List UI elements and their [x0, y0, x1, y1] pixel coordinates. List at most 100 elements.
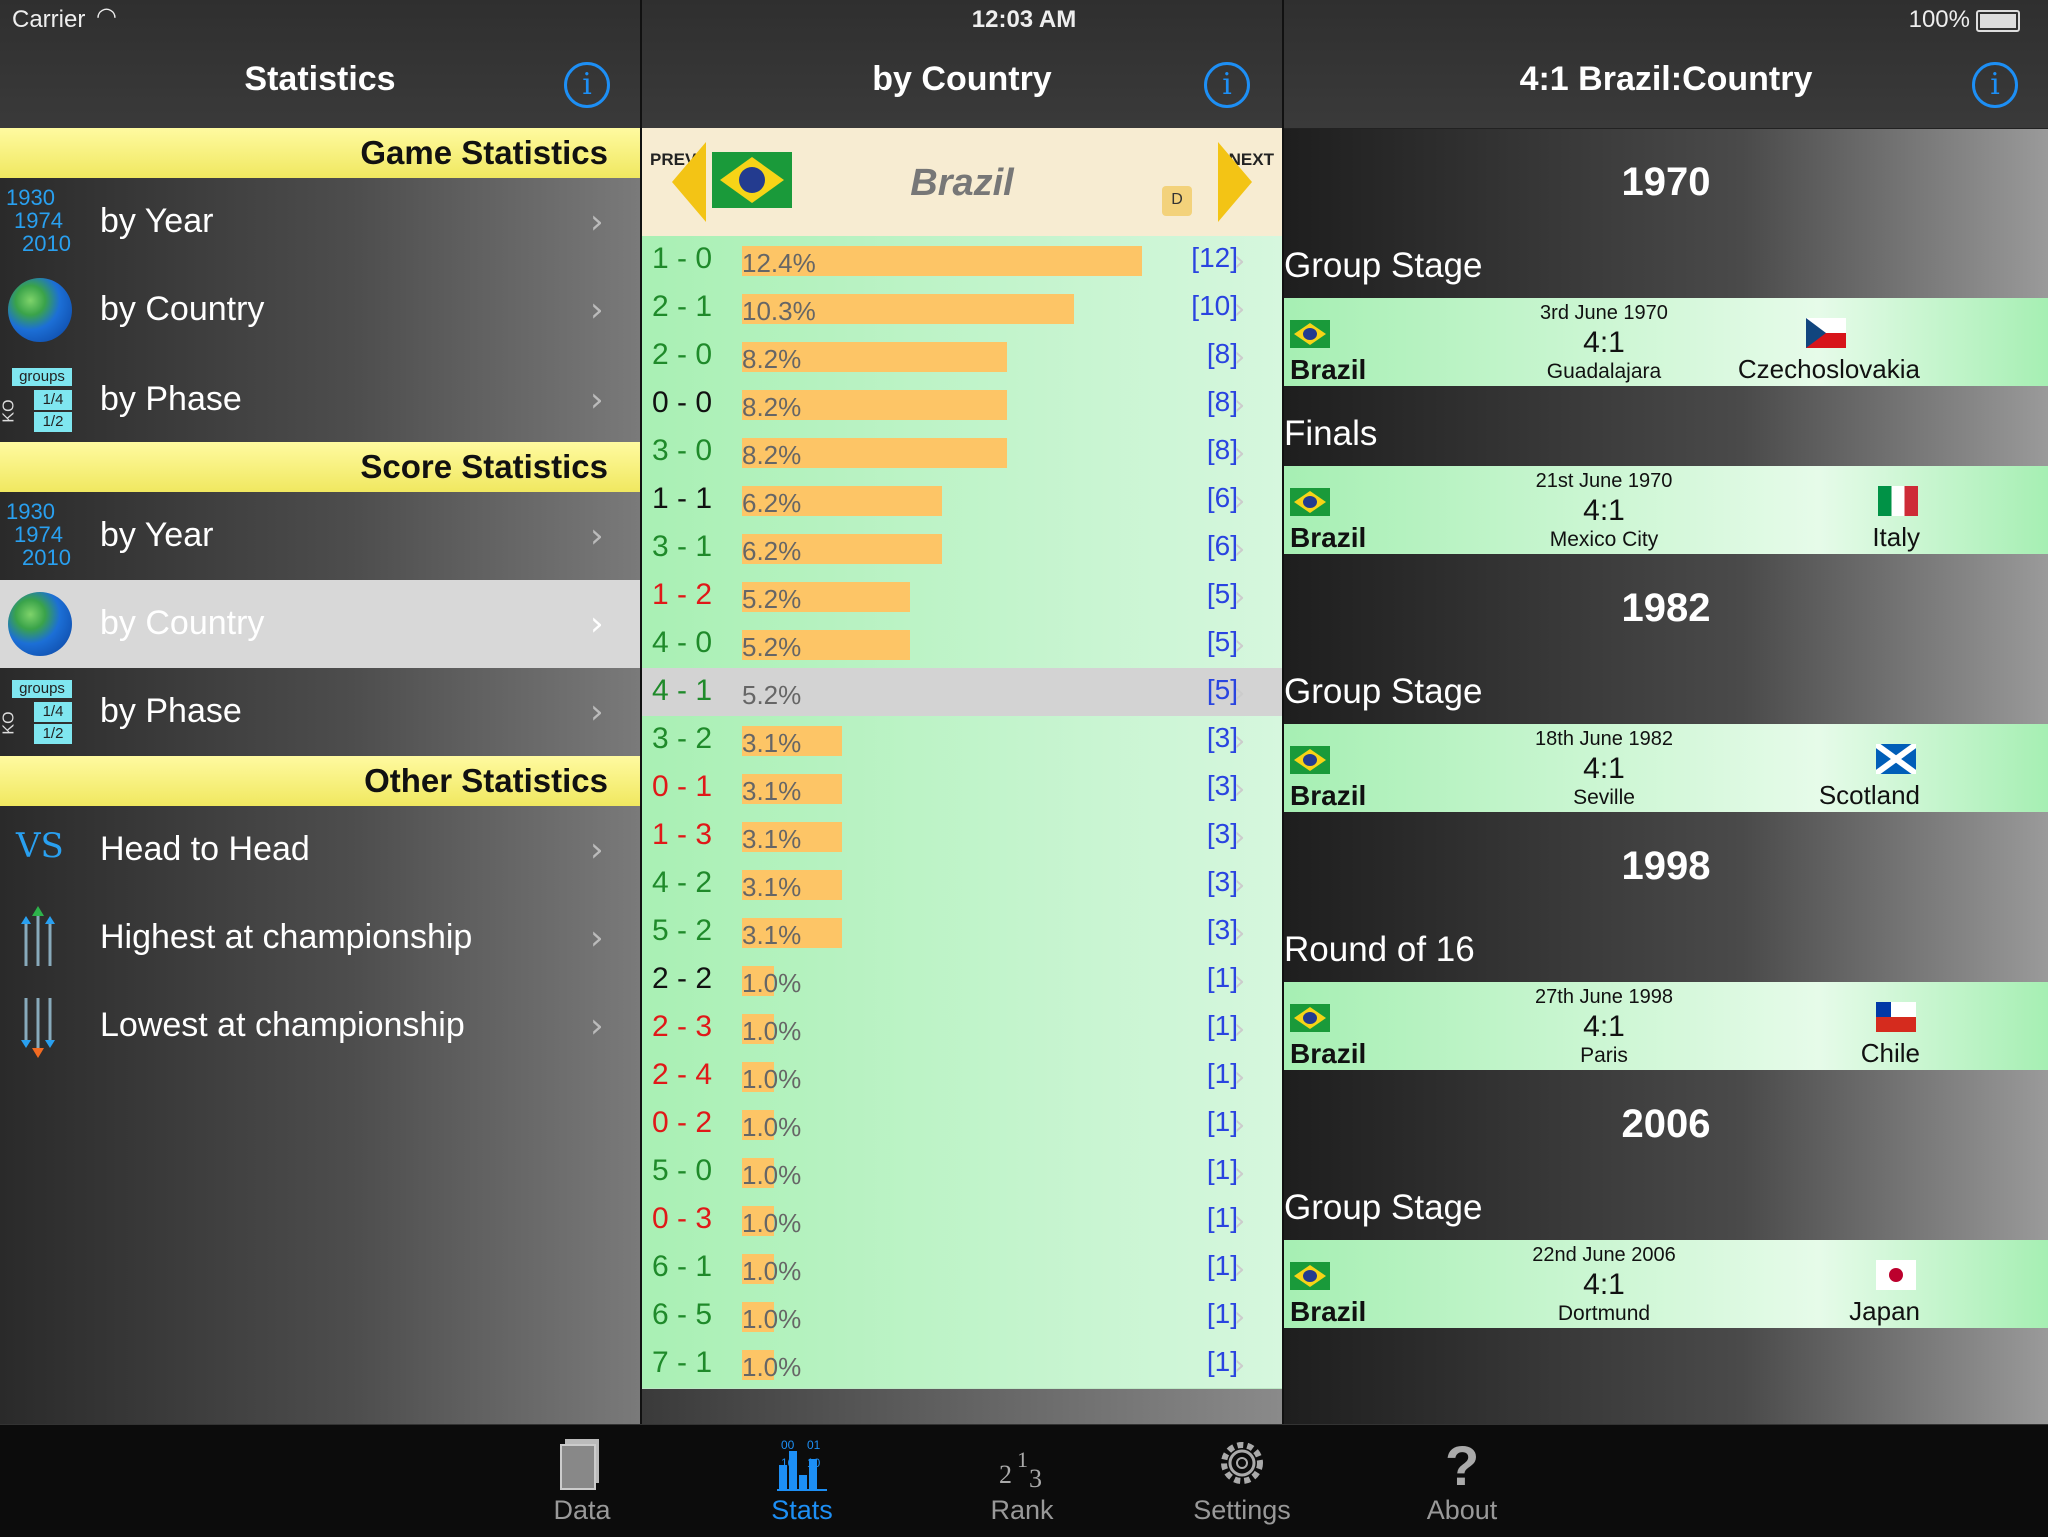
chevron-right-icon: ›: [1234, 532, 1246, 565]
stats-icon-digits: 10: [781, 1456, 795, 1470]
year-header: 1982: [1621, 586, 1711, 630]
info-icon[interactable]: i: [1204, 62, 1250, 108]
percentage-label: 8.2%: [742, 440, 802, 470]
match-row[interactable]: Brazil 21st June 1970 4:1 Mexico City Italy: [1284, 466, 2048, 554]
menu-item-by-phase[interactable]: groups KO 1/4 1/2 by Phase ›: [0, 356, 640, 444]
menu-item-label: Highest at championship: [100, 918, 473, 956]
chevron-right-icon: ›: [590, 380, 604, 420]
year-header: 2006: [1621, 1102, 1711, 1146]
percentage-label: 8.2%: [742, 344, 802, 374]
score-row[interactable]: 6 - 1 1.0% [1] ›: [642, 1244, 1282, 1293]
score-label: 4 - 2: [652, 866, 713, 899]
section-header: Game Statistics: [0, 128, 640, 178]
info-icon[interactable]: i: [564, 62, 610, 108]
year-range-icon: 1930 1974 2010: [6, 186, 76, 255]
percentage-label: 10.3%: [742, 296, 816, 326]
globe-icon: [8, 592, 72, 656]
score-label: 3 - 0: [652, 434, 713, 467]
score-row[interactable]: 2 - 0 8.2% [8] ›: [642, 332, 1282, 381]
score-label: 4 - 1: [652, 674, 713, 707]
score-row[interactable]: 0 - 2 1.0% [1] ›: [642, 1100, 1282, 1149]
phase-icon-half: 1/2: [34, 724, 72, 744]
percentage-label: 5.2%: [742, 584, 802, 614]
menu-item-highest-at-championship[interactable]: Highest at championship ›: [0, 894, 640, 982]
year-icon-digit: 2010: [22, 231, 71, 256]
away-team: Japan: [1849, 1296, 1920, 1326]
score-row[interactable]: 1 - 3 3.1% [3] ›: [642, 812, 1282, 861]
scotland-flag-icon: [1876, 744, 1916, 774]
phase-header: Round of 16: [1284, 930, 1475, 969]
score-label: 6 - 5: [652, 1298, 713, 1331]
info-icon[interactable]: i: [1972, 62, 2018, 108]
match-count: [3]: [1206, 818, 1238, 849]
match-count: [1]: [1206, 962, 1238, 993]
chevron-right-icon: ›: [1234, 820, 1246, 853]
menu-item-by-country[interactable]: by Country ›: [0, 266, 640, 354]
section-header: Other Statistics: [0, 756, 640, 806]
next-arrow-icon[interactable]: [1218, 142, 1252, 222]
tab-rank[interactable]: 2 1 3 Rank: [922, 1425, 1122, 1537]
score-row[interactable]: 3 - 0 8.2% [8] ›: [642, 428, 1282, 477]
score-row[interactable]: 4 - 0 5.2% [5] ›: [642, 620, 1282, 669]
score-row[interactable]: 0 - 1 3.1% [3] ›: [642, 764, 1282, 813]
score-label: 0 - 2: [652, 1106, 713, 1139]
score-row[interactable]: 5 - 0 1.0% [1] ›: [642, 1148, 1282, 1197]
match-row[interactable]: Brazil 18th June 1982 4:1 Seville Scotland: [1284, 724, 2048, 812]
match-city: Mexico City: [1549, 528, 1659, 551]
match-date: 22nd June 2006: [1532, 1244, 1676, 1266]
chile-flag-icon: [1876, 1002, 1916, 1032]
score-row[interactable]: 1 - 1 6.2% [6] ›: [642, 476, 1282, 525]
tab-settings[interactable]: Settings: [1142, 1425, 1342, 1537]
rank-icon-digit: 1: [1017, 1447, 1028, 1472]
tab-data[interactable]: Data: [482, 1425, 682, 1537]
score-label: 5 - 0: [652, 1154, 713, 1187]
score-row[interactable]: 3 - 1 6.2% [6] ›: [642, 524, 1282, 573]
percentage-label: 3.1%: [742, 776, 802, 806]
match-row[interactable]: Brazil 3rd June 1970 4:1 Guadalajara Czechos…: [1284, 298, 2048, 386]
chevron-right-icon: ›: [590, 830, 604, 870]
battery-indicator: 100%: [1909, 6, 2020, 34]
match-row[interactable]: Brazil 22nd June 2006 4:1 Dortmund Japan: [1284, 1240, 2048, 1328]
d-badge[interactable]: D: [1162, 186, 1192, 216]
menu-item-by-year[interactable]: 1930 1974 2010 by Year ›: [0, 178, 640, 266]
chevron-right-icon: ›: [1234, 1348, 1246, 1381]
percentage-label: 1.0%: [742, 1016, 802, 1046]
menu-item-by-year[interactable]: 1930 1974 2010 by Year ›: [0, 492, 640, 580]
score-row[interactable]: 5 - 2 3.1% [3] ›: [642, 908, 1282, 957]
score-row[interactable]: 4 - 2 3.1% [3] ›: [642, 860, 1282, 909]
score-row[interactable]: 2 - 3 1.0% [1] ›: [642, 1004, 1282, 1053]
menu-item-lowest-at-championship[interactable]: Lowest at championship ›: [0, 982, 640, 1070]
score-row[interactable]: 0 - 3 1.0% [1] ›: [642, 1196, 1282, 1245]
match-count: [3]: [1206, 914, 1238, 945]
tab-about[interactable]: ? About: [1362, 1425, 1562, 1537]
arrows-up-icon: [18, 906, 58, 970]
match-city: Paris: [1580, 1044, 1628, 1067]
chevron-right-icon: ›: [1234, 1012, 1246, 1045]
score-row[interactable]: 4 - 1 5.2% [5] ›: [642, 668, 1282, 717]
score-row[interactable]: 1 - 0 12.4% [12] ›: [642, 236, 1282, 285]
score-row[interactable]: 2 - 4 1.0% [1] ›: [642, 1052, 1282, 1101]
chevron-right-icon: ›: [1234, 244, 1246, 277]
menu-item-label: Head to Head: [100, 830, 310, 868]
tab-stats[interactable]: 00 01 10 10 Stats: [702, 1425, 902, 1537]
score-row[interactable]: 7 - 1 1.0% [1] ›: [642, 1340, 1282, 1389]
score-label: 1 - 2: [652, 578, 713, 611]
phase-header: Group Stage: [1284, 1188, 1483, 1227]
match-row[interactable]: Brazil 27th June 1998 4:1 Paris Chile: [1284, 982, 2048, 1070]
score-row[interactable]: 3 - 2 3.1% [3] ›: [642, 716, 1282, 765]
match-count: [3]: [1206, 866, 1238, 897]
score-row[interactable]: 2 - 1 10.3% [10] ›: [642, 284, 1282, 333]
menu-item-by-country[interactable]: by Country ›: [0, 580, 640, 668]
match-count: [3]: [1206, 770, 1238, 801]
match-count: [10]: [1191, 290, 1238, 321]
menu-item-head-to-head[interactable]: VS Head to Head ›: [0, 806, 640, 894]
score-row[interactable]: 2 - 2 1.0% [1] ›: [642, 956, 1282, 1005]
phase-header: Finals: [1284, 414, 1378, 453]
score-row[interactable]: 1 - 2 5.2% [5] ›: [642, 572, 1282, 621]
score-row[interactable]: 6 - 5 1.0% [1] ›: [642, 1292, 1282, 1341]
score-row[interactable]: 0 - 0 8.2% [8] ›: [642, 380, 1282, 429]
match-city: Dortmund: [1557, 1302, 1651, 1325]
menu-item-by-phase[interactable]: groups KO 1/4 1/2 by Phase ›: [0, 668, 640, 756]
match-result: 4:1: [1583, 1010, 1625, 1043]
year-icon-digit: 1974: [14, 208, 63, 233]
